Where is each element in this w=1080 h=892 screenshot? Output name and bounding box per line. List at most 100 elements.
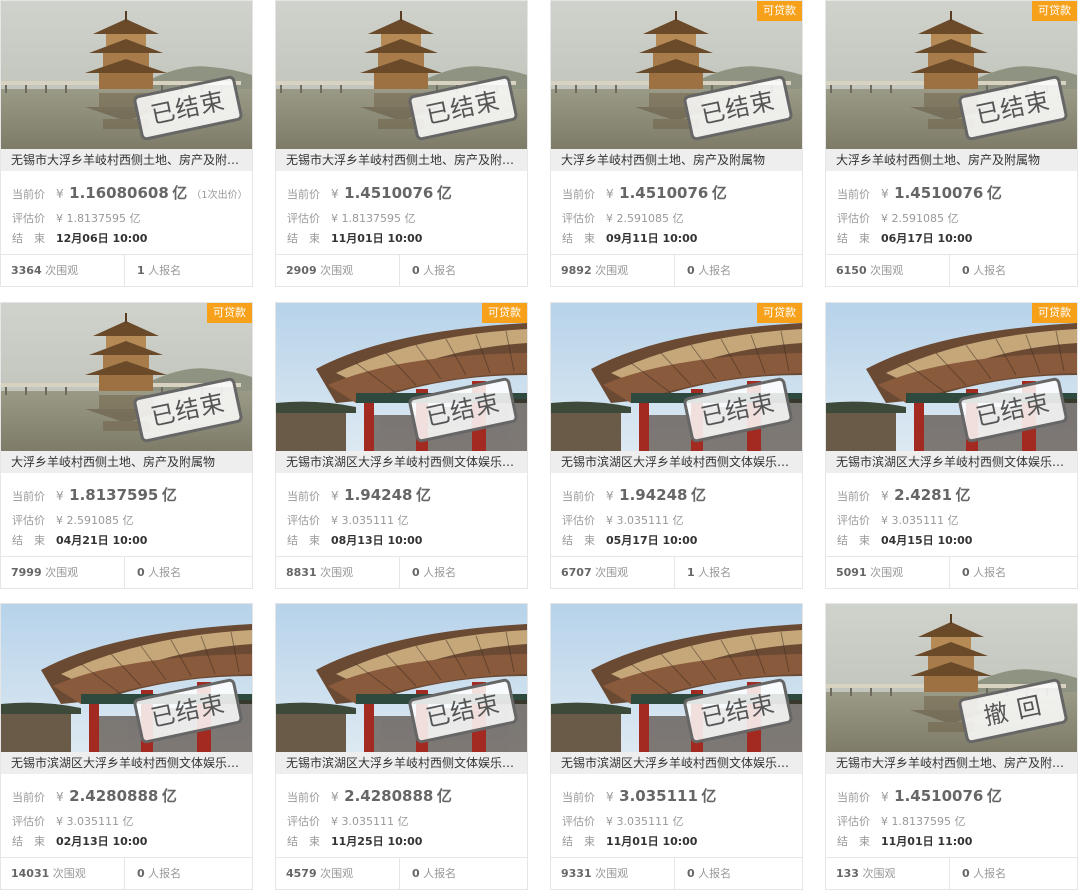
auction-card[interactable]: 可贷款 已结束 无锡市滨湖区大浮乡羊岐村西侧文体娱乐用地 当前价 ¥ 1.94248 亿… [550,302,803,589]
current-price-row: 当前价 ¥ 3.035111 亿 [562,785,716,806]
auction-image[interactable]: 可贷款 已结束 [551,1,802,149]
auction-title[interactable]: 无锡市滨湖区大浮乡羊岐村西侧文体娱乐用地 [551,451,802,473]
estimate-row: 评估价 ¥ 2.591085 亿 [837,210,958,226]
estimate-label: 评估价 [287,815,320,828]
currency-symbol: ¥ [606,489,614,503]
auction-image[interactable]: 可贷款 已结束 [1,303,252,451]
end-label: 结 束 [562,534,595,547]
registration-count: 0 人报名 [687,858,731,889]
estimate-row: 评估价 ¥ 1.8137595 亿 [12,210,140,226]
current-price-label: 当前价 [287,188,320,201]
estimate-label: 评估价 [12,514,45,527]
currency-symbol: ¥ [56,187,64,201]
card-footer: 7999 次围观 0 人报名 [1,556,252,588]
current-price-value: 2.4280888 [344,787,434,805]
registration-count: 0 人报名 [137,858,181,889]
end-time-row: 结 束 04月15日 10:00 [837,532,972,548]
pavilion-photo [1,303,252,451]
estimate-label: 评估价 [287,212,320,225]
pavilion-photo [826,604,1077,752]
current-price-label: 当前价 [12,791,45,804]
auction-image[interactable]: 已结束 [1,1,252,149]
view-count: 9331 次围观 [551,858,675,889]
current-price-label: 当前价 [287,490,320,503]
view-count-value: 2909 [286,264,317,277]
registration-count-label: 人报名 [148,264,182,277]
auction-card[interactable]: 可贷款 已结束 大浮乡羊岐村西侧土地、房产及附属物当前价 ¥ 1.8137595 亿评… [0,302,253,589]
auction-title[interactable]: 大浮乡羊岐村西侧土地、房产及附属物 [551,149,802,171]
auction-title[interactable]: 大浮乡羊岐村西侧土地、房产及附属物 [826,149,1077,171]
registration-count-label: 人报名 [973,867,1007,880]
end-time-value: 02月13日 10:00 [56,835,148,848]
price-unit: 亿 [955,486,971,504]
auction-image[interactable]: 已结束 [276,604,527,752]
auction-title[interactable]: 无锡市滨湖区大浮乡羊岐村西侧文体娱乐用地 [276,451,527,473]
estimate-value: ¥ 2.591085 亿 [56,514,134,527]
auction-title[interactable]: 无锡市滨湖区大浮乡羊岐村西侧文体娱乐用地 [551,752,802,774]
auction-title[interactable]: 无锡市大浮乡羊岐村西侧土地、房产及附属物 [826,752,1077,774]
auction-title[interactable]: 无锡市滨湖区大浮乡羊岐村西侧文体娱乐用地 [826,451,1077,473]
registration-count-value: 0 [962,566,970,579]
current-price-row: 当前价 ¥ 1.4510076 亿 [562,182,727,203]
auction-card[interactable]: 撤 回无锡市大浮乡羊岐村西侧土地、房产及附属物 当前价 ¥ 1.4510076 亿评… [825,603,1078,890]
auction-card[interactable]: 已结束 无锡市大浮乡羊岐村西侧土地、房产及附属物 当前价 ¥ 1.4510076 亿评… [275,0,528,287]
auction-image[interactable]: 可贷款 已结束 [276,303,527,451]
current-price-label: 当前价 [837,791,870,804]
end-time-value: 04月15日 10:00 [881,534,973,547]
view-count-label: 次围观 [45,566,79,579]
auction-title[interactable]: 无锡市滨湖区大浮乡羊岐村西侧文体娱乐用地 [276,752,527,774]
end-time-row: 结 束 06月17日 10:00 [837,230,972,246]
current-price-value: 2.4280888 [69,787,159,805]
end-time-row: 结 束 05月17日 10:00 [562,532,697,548]
pavilion-photo [826,1,1077,149]
registration-count-label: 人报名 [423,264,457,277]
current-price-label: 当前价 [562,490,595,503]
auction-image[interactable]: 撤 回 [826,604,1077,752]
auction-image[interactable]: 可贷款 已结束 [551,303,802,451]
registration-count-value: 1 [687,566,695,579]
auction-title[interactable]: 无锡市大浮乡羊岐村西侧土地、房产及附属物 [276,149,527,171]
price-unit: 亿 [690,486,706,504]
end-time-value: 11月25日 10:00 [331,835,423,848]
auction-card[interactable]: 可贷款 已结束 大浮乡羊岐村西侧土地、房产及附属物 当前价 ¥ 1.4510076 亿评… [550,0,803,287]
end-time-row: 结 束 11月01日 11:00 [837,833,972,849]
auction-card[interactable]: 已结束 无锡市滨湖区大浮乡羊岐村西侧文体娱乐用地 当前价 ¥ 2.4280888 亿评… [0,603,253,890]
auction-card[interactable]: 可贷款 已结束 无锡市滨湖区大浮乡羊岐村西侧文体娱乐用地 当前价 ¥ 2.4281 亿评… [825,302,1078,589]
loan-available-badge: 可贷款 [1032,303,1077,323]
estimate-row: 评估价 ¥ 3.035111 亿 [562,512,683,528]
auction-title[interactable]: 无锡市大浮乡羊岐村西侧土地、房产及附属物 [1,149,252,171]
estimate-value: ¥ 3.035111 亿 [331,514,409,527]
end-label: 结 束 [12,232,45,245]
card-footer: 4579 次围观 0 人报名 [276,857,527,889]
view-count: 14031 次围观 [1,858,125,889]
currency-symbol: ¥ [56,790,64,804]
auction-image[interactable]: 已结束 [276,1,527,149]
auction-card[interactable]: 已结束 无锡市滨湖区大浮乡羊岐村西侧文体娱乐用地 当前价 ¥ 2.4280888 亿评… [275,603,528,890]
auction-title[interactable]: 无锡市滨湖区大浮乡羊岐村西侧文体娱乐用地 [1,752,252,774]
registration-count-value: 0 [412,264,420,277]
auction-image[interactable]: 可贷款 已结束 [826,303,1077,451]
end-time-value: 05月17日 10:00 [606,534,698,547]
end-label: 结 束 [12,534,45,547]
card-footer: 133 次围观 0 人报名 [826,857,1077,889]
current-price-row: 当前价 ¥ 1.8137595 亿 [12,484,177,505]
auction-card[interactable]: 已结束 无锡市大浮乡羊岐村西侧土地、房产及附属物 当前价 ¥ 1.16080608 亿… [0,0,253,287]
registration-count-label: 人报名 [973,264,1007,277]
view-count-label: 次围观 [595,264,629,277]
estimate-row: 评估价 ¥ 3.035111 亿 [287,813,408,829]
auction-card[interactable]: 可贷款 已结束 大浮乡羊岐村西侧土地、房产及附属物 当前价 ¥ 1.4510076 亿评… [825,0,1078,287]
auction-image[interactable]: 已结束 [551,604,802,752]
registration-count-value: 0 [687,264,695,277]
current-price-row: 当前价 ¥ 2.4280888 亿 [12,785,177,806]
end-time-row: 结 束 12月06日 10:00 [12,230,147,246]
auction-card[interactable]: 可贷款 已结束 无锡市滨湖区大浮乡羊岐村西侧文体娱乐用地 当前价 ¥ 1.94248 亿… [275,302,528,589]
view-count-label: 次围观 [320,264,354,277]
auction-image[interactable]: 可贷款 已结束 [826,1,1077,149]
auction-card[interactable]: 已结束 无锡市滨湖区大浮乡羊岐村西侧文体娱乐用地 当前价 ¥ 3.035111 亿评估… [550,603,803,890]
auction-title[interactable]: 大浮乡羊岐村西侧土地、房产及附属物 [1,451,252,473]
auction-image[interactable]: 已结束 [1,604,252,752]
card-footer: 3364 次围观 1 人报名 [1,254,252,286]
end-time-row: 结 束 11月01日 10:00 [562,833,697,849]
view-count: 5091 次围观 [826,557,950,588]
end-label: 结 束 [287,232,320,245]
